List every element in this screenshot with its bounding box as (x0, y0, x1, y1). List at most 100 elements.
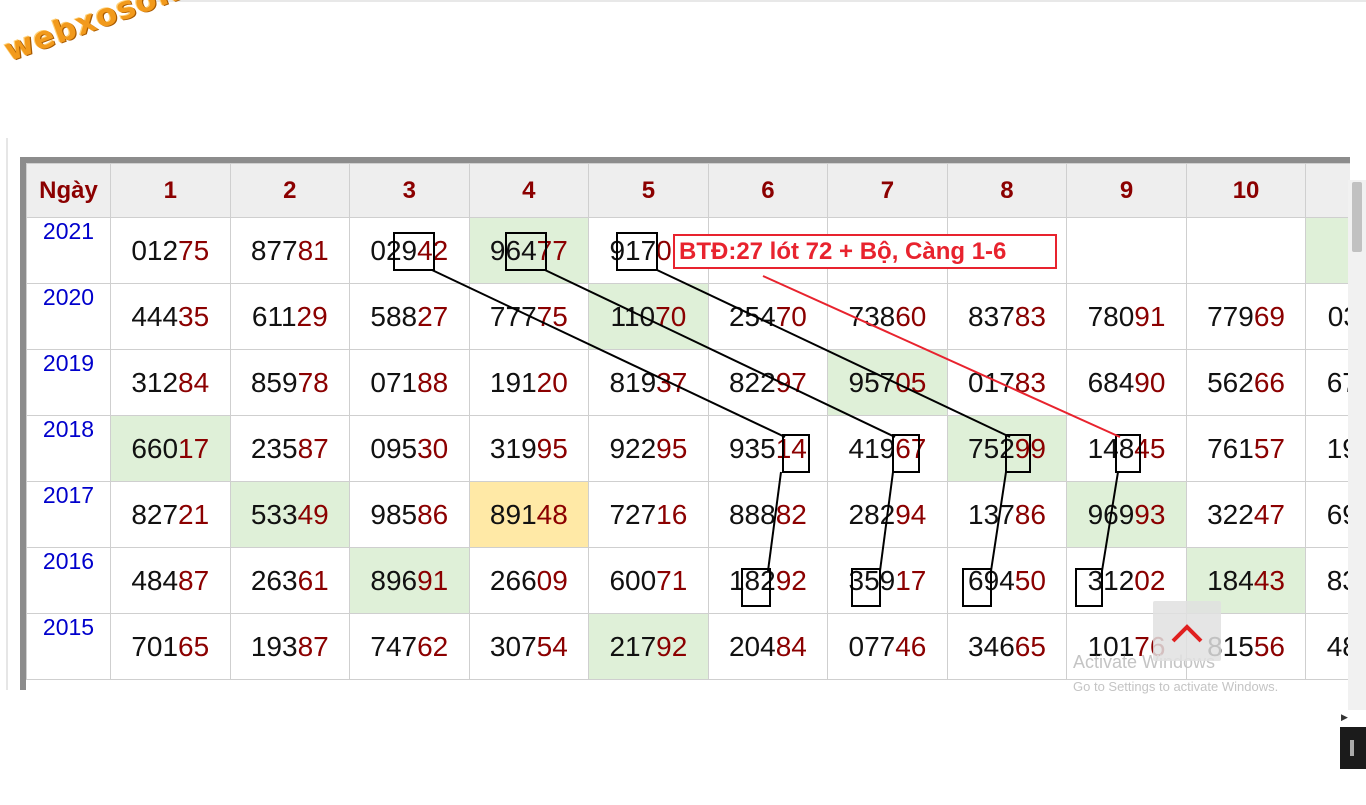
year-label[interactable]: 2015 (26, 613, 111, 680)
result-head-digits: 660 (131, 432, 179, 464)
result-head-digits: 964 (489, 234, 537, 266)
result-tail-digits: 77 (536, 234, 568, 266)
year-label[interactable]: 2017 (26, 481, 111, 548)
result-tail-digits: 88 (417, 366, 449, 398)
result-tail-digits: 95 (536, 432, 568, 464)
result-head-digits: 533 (250, 498, 298, 530)
result-tail-digits: 69 (1253, 300, 1285, 332)
year-label[interactable]: 2020 (26, 283, 111, 350)
result-head-digits: 969 (1087, 498, 1135, 530)
result-head-digits: 307 (489, 630, 537, 662)
result-tail-digits: 37 (656, 366, 688, 398)
vertical-scrollbar[interactable] (1348, 180, 1366, 710)
result-tail-digits: 70 (775, 300, 807, 332)
result-head-digits: 684 (1087, 366, 1135, 398)
column-header-8: 8 (946, 163, 1068, 218)
page-edge (6, 138, 8, 690)
result-cell: 28294 (827, 481, 948, 548)
result-cell: 87781 (229, 217, 351, 284)
result-cell: 30754 (468, 613, 590, 680)
result-cell: 81937 (588, 349, 709, 416)
watermark-subtitle: Go to Settings to activate Windows. (1073, 679, 1279, 694)
result-tail-digits: 35 (178, 300, 210, 332)
result-tail-digits: 93 (1134, 498, 1166, 530)
result-tail-digits: 83 (1014, 366, 1046, 398)
result-head-digits: 322 (1207, 498, 1254, 530)
result-cell: 20484 (707, 613, 829, 680)
result-cell: 48487 (110, 547, 231, 614)
result-tail-digits: 91 (1134, 300, 1166, 332)
column-header-9: 9 (1066, 163, 1187, 218)
result-cell: 66017 (110, 415, 231, 482)
result-cell: 19387 (229, 613, 351, 680)
result-head-digits: 562 (1207, 366, 1254, 398)
column-header-11: 11 (1305, 163, 1350, 218)
year-label[interactable]: 2019 (26, 349, 111, 416)
result-tail-digits: 43 (1253, 564, 1285, 596)
result-tail-digits: 99 (1014, 432, 1046, 464)
header-label: Ngày (26, 163, 111, 218)
result-cell: 25470 (707, 283, 829, 350)
result-cell: 72716 (588, 481, 709, 548)
result-tail-digits: 87 (178, 564, 210, 596)
result-head-digits: 312 (131, 366, 179, 398)
result-cell (1066, 217, 1187, 284)
result-tail-digits: 86 (1014, 498, 1046, 530)
result-tail-digits: 05 (895, 366, 927, 398)
year-label[interactable]: 2018 (26, 415, 111, 482)
result-cell: 67166 (1305, 349, 1350, 416)
result-tail-digits: 46 (895, 630, 927, 662)
result-tail-digits: 78 (297, 366, 329, 398)
result-tail-digits: 02 (1134, 564, 1166, 596)
result-cell: 19120 (468, 349, 590, 416)
result-head-digits: 217 (609, 630, 657, 662)
scroll-to-top-button[interactable] (1153, 601, 1221, 661)
scrollbar-thumb[interactable] (1352, 182, 1362, 252)
year-label[interactable]: 2016 (26, 547, 111, 614)
result-cell: 48009 (1305, 613, 1350, 680)
result-tail-digits: 09 (536, 564, 568, 596)
result-cell: 31995 (468, 415, 590, 482)
result-cell: 77969 (1185, 283, 1307, 350)
result-cell: 32247 (1185, 481, 1307, 548)
result-head-digits: 359 (848, 564, 896, 596)
result-head-digits: 204 (728, 630, 776, 662)
result-head-digits: 747 (370, 630, 418, 662)
result-cell: 73860 (827, 283, 948, 350)
result-tail-digits: 16 (656, 498, 688, 530)
result-head-digits: 896 (370, 564, 418, 596)
result-head-digits: 588 (370, 300, 418, 332)
result-cell: 89691 (349, 547, 470, 614)
result-head-digits: 029 (370, 234, 418, 266)
result-tail-digits: 65 (178, 630, 210, 662)
taskbar-corner (1340, 727, 1366, 769)
result-cell: 69450 (946, 547, 1068, 614)
column-header-4: 4 (468, 163, 590, 218)
result-cell: 82721 (110, 481, 231, 548)
result-head-digits: 184 (1207, 564, 1254, 596)
result-tail-digits: 67 (895, 432, 927, 464)
result-head-digits: 819 (609, 366, 657, 398)
result-tail-digits: 49 (297, 498, 329, 530)
result-cell: 13786 (946, 481, 1068, 548)
scroll-down-arrow[interactable]: ▶ (1341, 712, 1348, 723)
result-head-digits: 780 (1087, 300, 1135, 332)
site-logo[interactable]: webxoso.net (0, 0, 232, 69)
result-head-digits: 282 (848, 498, 896, 530)
result-cell: 68490 (1066, 349, 1187, 416)
result-head-digits: 701 (131, 630, 179, 662)
result-cell: 60071 (588, 547, 709, 614)
year-label[interactable]: 2021 (26, 217, 111, 284)
result-cell: 93514 (707, 415, 829, 482)
result-head-digits: 671 (1326, 366, 1350, 398)
result-tail-digits: 86 (417, 498, 449, 530)
result-cell: 21792 (588, 613, 709, 680)
column-header-2: 2 (229, 163, 351, 218)
top-divider (150, 0, 1366, 2)
result-head-digits: 935 (728, 432, 776, 464)
result-cell (1185, 217, 1307, 284)
result-head-digits: 822 (728, 366, 776, 398)
result-cell: 19854 (1305, 415, 1350, 482)
result-cell: 69010 (1305, 481, 1350, 548)
result-head-digits: 444 (131, 300, 179, 332)
